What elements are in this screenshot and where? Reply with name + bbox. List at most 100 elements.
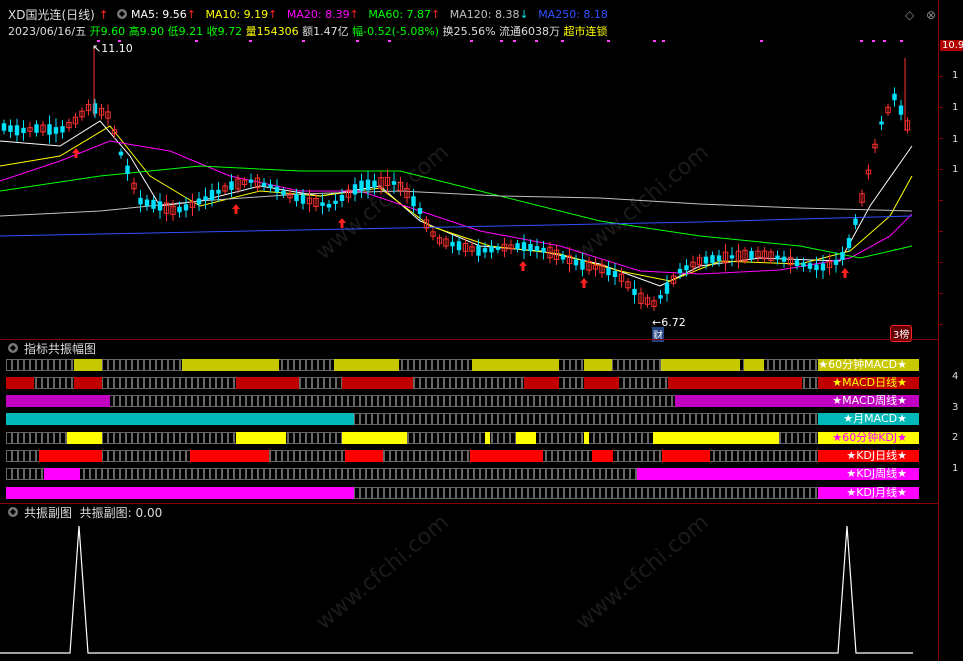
candle-body xyxy=(183,204,189,211)
band-cell xyxy=(576,395,582,407)
band-cell xyxy=(756,450,762,462)
band-cell xyxy=(642,432,648,444)
band-cell xyxy=(390,395,396,407)
band-row-canvas xyxy=(6,432,919,444)
band-cell xyxy=(570,487,576,499)
band-cell xyxy=(324,432,330,444)
band-cell xyxy=(486,487,492,499)
band-cell xyxy=(618,413,624,425)
band-cell xyxy=(132,432,138,444)
band-cell xyxy=(234,468,240,480)
ma20-value: MA20: 8.39 xyxy=(286,8,350,21)
band-segment xyxy=(592,450,613,462)
band-cell xyxy=(132,395,138,407)
stock-title[interactable]: XD国光连(日线) ↑ xyxy=(8,6,109,23)
band-cell xyxy=(366,395,372,407)
band-cell xyxy=(330,395,336,407)
band-cell xyxy=(120,359,126,371)
band-cell xyxy=(318,359,324,371)
band-cell xyxy=(270,450,276,462)
band-cell xyxy=(456,413,462,425)
band-cell xyxy=(48,432,54,444)
band-cell xyxy=(318,377,324,389)
band-cell xyxy=(450,432,456,444)
band-cell xyxy=(426,487,432,499)
band-cell xyxy=(576,468,582,480)
band-cell xyxy=(324,359,330,371)
kline-canvas[interactable] xyxy=(0,36,938,338)
signal-dot xyxy=(900,40,903,42)
band-cell xyxy=(534,413,540,425)
band-cell xyxy=(144,377,150,389)
sub-panel-settings-icon[interactable]: ◆ xyxy=(8,507,18,517)
band-cell xyxy=(186,432,192,444)
band-cell xyxy=(144,395,150,407)
ma60-value: MA60: 7.87 xyxy=(368,8,432,21)
band-row: ★60分钟MACD★ xyxy=(6,359,919,371)
band-cell xyxy=(468,487,474,499)
candle-body xyxy=(8,125,13,132)
band-cell xyxy=(618,395,624,407)
band-cell xyxy=(48,359,54,371)
band-cell xyxy=(504,395,510,407)
kline-chart[interactable] xyxy=(0,36,938,338)
panel-settings-icon[interactable]: ◆ xyxy=(8,343,18,353)
band-cell xyxy=(228,377,234,389)
diamond-icon[interactable]: ◇ xyxy=(905,8,914,22)
band-segment xyxy=(342,432,407,444)
band-cell xyxy=(378,487,384,499)
band-cell xyxy=(762,487,768,499)
band-cell xyxy=(324,377,330,389)
band-cell xyxy=(570,359,576,371)
band-cell xyxy=(54,377,60,389)
band-cell xyxy=(216,468,222,480)
band-cell xyxy=(504,413,510,425)
band-cell xyxy=(426,450,432,462)
band-cell xyxy=(36,468,42,480)
band-cell xyxy=(192,395,198,407)
candle-body xyxy=(515,243,520,250)
band-cell xyxy=(270,468,276,480)
band-cell xyxy=(636,487,642,499)
band-cell xyxy=(588,432,594,444)
band-cell xyxy=(636,395,642,407)
band-cell xyxy=(492,432,498,444)
band-cell xyxy=(54,359,60,371)
band-cell xyxy=(330,468,336,480)
band-cell xyxy=(678,413,684,425)
band-cell xyxy=(576,450,582,462)
band-cell xyxy=(810,377,816,389)
band-cell xyxy=(798,413,804,425)
settings-icon[interactable]: ◆ xyxy=(117,9,127,19)
band-cell xyxy=(564,377,570,389)
band-cell xyxy=(252,395,258,407)
band-segment xyxy=(662,450,710,462)
candle-body xyxy=(801,262,806,267)
resonance-subchart[interactable] xyxy=(0,518,938,661)
band-cell xyxy=(576,413,582,425)
band-cell xyxy=(612,468,618,480)
band-segment xyxy=(668,377,802,389)
subchart-canvas[interactable] xyxy=(0,518,938,661)
candle-body xyxy=(521,242,527,252)
band-cell xyxy=(264,468,270,480)
candle-body xyxy=(300,194,306,204)
band-cell xyxy=(726,487,732,499)
band-cell xyxy=(474,395,480,407)
band-cell xyxy=(126,395,132,407)
band-cell xyxy=(714,450,720,462)
band-cell xyxy=(114,432,120,444)
band-cell xyxy=(378,395,384,407)
band-cell xyxy=(588,487,594,499)
band-cell xyxy=(612,413,618,425)
band-cell xyxy=(396,395,402,407)
candle-body xyxy=(333,200,338,204)
band-cell xyxy=(744,413,750,425)
band-cell xyxy=(66,377,72,389)
band-cell xyxy=(54,432,60,444)
band-cell xyxy=(174,432,180,444)
candle-body xyxy=(151,199,156,209)
band-row-canvas xyxy=(6,450,919,462)
close-circle-icon[interactable]: ⊗ xyxy=(926,8,936,22)
candle-body xyxy=(807,263,813,269)
